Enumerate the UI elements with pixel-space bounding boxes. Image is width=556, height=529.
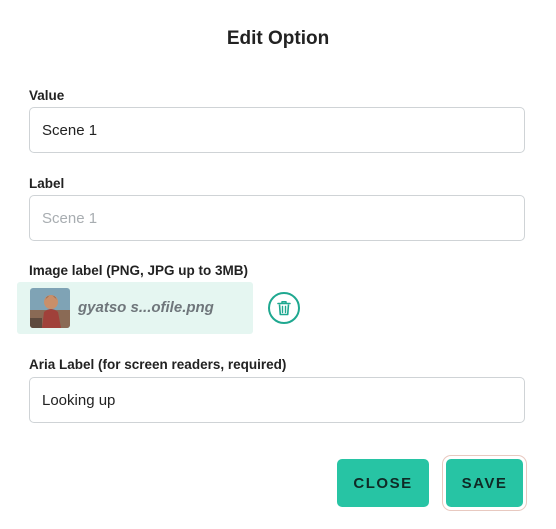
image-field-label: Image label (PNG, JPG up to 3MB) bbox=[29, 263, 249, 278]
trash-icon bbox=[277, 301, 291, 316]
edit-option-dialog: Edit Option Value Label Image label (PNG… bbox=[0, 0, 556, 529]
dialog-title: Edit Option bbox=[226, 28, 330, 49]
file-name: gyatso s...ofile.png bbox=[78, 299, 214, 316]
aria-field-label: Aria Label (for screen readers, required… bbox=[29, 357, 287, 372]
save-button[interactable]: SAVE bbox=[446, 459, 523, 507]
value-input[interactable] bbox=[29, 107, 525, 153]
label-input[interactable] bbox=[29, 195, 525, 241]
label-field-label: Label bbox=[29, 176, 65, 191]
delete-image-button[interactable] bbox=[268, 292, 300, 324]
uploaded-file-chip[interactable]: gyatso s...ofile.png bbox=[17, 282, 253, 334]
close-button[interactable]: CLOSE bbox=[337, 459, 429, 507]
aria-label-input[interactable] bbox=[29, 377, 525, 423]
value-field-label: Value bbox=[29, 88, 65, 103]
image-thumbnail bbox=[30, 288, 70, 328]
